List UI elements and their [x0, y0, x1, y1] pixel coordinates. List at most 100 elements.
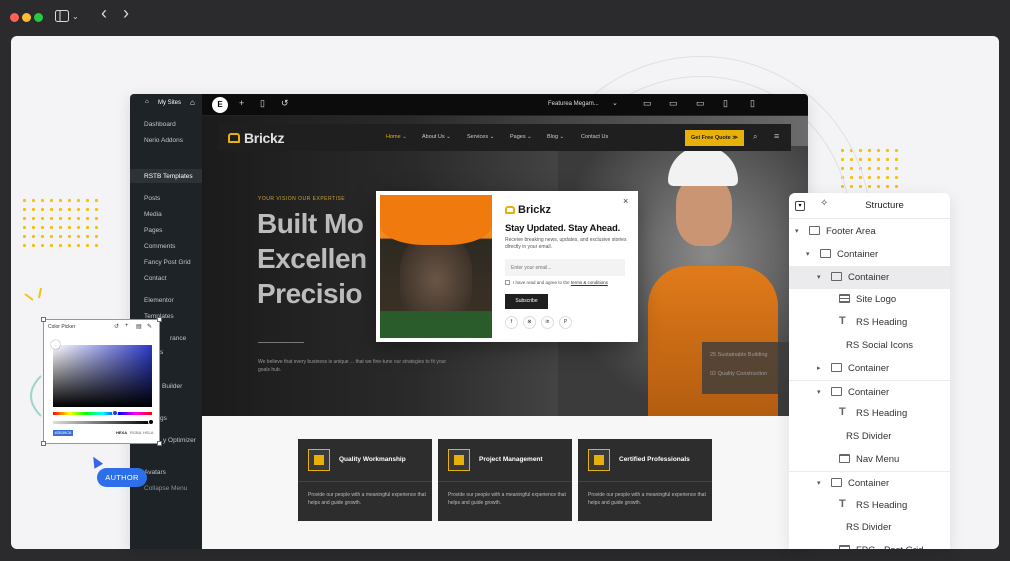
- structure-item[interactable]: RS Divider: [789, 516, 950, 539]
- get-quote-button[interactable]: Get Free Quote ≫: [685, 130, 744, 146]
- tablet-icon[interactable]: ▯: [723, 98, 728, 109]
- alpha-knob[interactable]: [148, 419, 154, 425]
- chevron-down-icon[interactable]: ▾: [806, 250, 810, 258]
- minimize-window-button[interactable]: [22, 13, 31, 22]
- sidebar-item-optimizer[interactable]: y Optimizer: [163, 437, 196, 444]
- nav-home[interactable]: Home ⌄: [386, 134, 407, 140]
- hex-input[interactable]: #2B39C6: [53, 430, 73, 436]
- terms-checkbox[interactable]: [505, 280, 510, 285]
- desktop-icon[interactable]: ▭: [643, 98, 652, 109]
- hue-slider[interactable]: [53, 412, 152, 415]
- add-icon[interactable]: +: [125, 323, 129, 329]
- structure-item[interactable]: T RS Heading: [789, 494, 950, 517]
- sidebar-item-contact[interactable]: Contact: [144, 275, 166, 282]
- structure-item[interactable]: T RS Heading: [789, 311, 950, 334]
- mode-hsla[interactable]: HSLA: [143, 430, 153, 435]
- chevron-right-icon[interactable]: ▸: [817, 364, 821, 372]
- menu-icon[interactable]: ≡: [774, 131, 779, 141]
- forward-icon[interactable]: ›: [123, 4, 129, 22]
- structure-item[interactable]: Nav Menu: [789, 448, 950, 471]
- sidebar-item-fancy-post-grid[interactable]: Fancy Post Grid: [144, 259, 191, 266]
- nav-about[interactable]: About Us ⌄: [422, 134, 451, 140]
- nav-services[interactable]: Services ⌄: [467, 134, 494, 140]
- alpha-slider[interactable]: [53, 421, 152, 424]
- close-window-button[interactable]: [10, 13, 19, 22]
- tablet-landscape-icon[interactable]: ▭: [696, 98, 705, 109]
- chevron-down-icon[interactable]: ▾: [817, 273, 821, 281]
- nav-contact[interactable]: Contact Us: [581, 134, 608, 140]
- feature-card[interactable]: Project Management Provide our people wi…: [438, 439, 572, 521]
- history-icon[interactable]: ↺: [281, 98, 289, 109]
- mode-rgba[interactable]: RGBA: [130, 430, 141, 435]
- close-icon[interactable]: ×: [623, 196, 628, 206]
- mode-hexa[interactable]: HEXA: [116, 430, 127, 435]
- structure-item[interactable]: ▾ Container: [789, 470, 950, 494]
- feature-card[interactable]: Certified Professionals Provide our peop…: [578, 439, 712, 521]
- structure-item[interactable]: RS Social Icons: [789, 334, 950, 357]
- mobile-icon[interactable]: ▯: [750, 98, 755, 109]
- sidebar-item-dashboard[interactable]: Dashboard: [144, 121, 176, 128]
- structure-item[interactable]: FPG - Post Grid: [789, 539, 950, 549]
- facebook-icon[interactable]: f: [505, 316, 518, 329]
- resize-handle[interactable]: [157, 317, 162, 322]
- email-field[interactable]: [505, 259, 625, 276]
- subscribe-button[interactable]: Subscribe: [505, 294, 548, 309]
- saturation-value-area[interactable]: [53, 345, 152, 407]
- sidebar-item-pages[interactable]: Pages: [144, 227, 162, 234]
- chevron-down-icon[interactable]: ⌄: [72, 9, 79, 25]
- sidebar-item-comments[interactable]: Comments: [144, 243, 175, 250]
- sidebar-icon[interactable]: [55, 9, 69, 25]
- search-icon[interactable]: ⌕: [753, 132, 757, 142]
- pinterest-icon[interactable]: P: [559, 316, 572, 329]
- zoom-window-button[interactable]: [34, 13, 43, 22]
- chevron-down-icon[interactable]: ⌄: [612, 99, 618, 107]
- page-select[interactable]: Featurea Megam...: [548, 101, 599, 107]
- page-settings-icon[interactable]: ▯: [260, 98, 265, 109]
- site-brand[interactable]: Brickz: [244, 130, 285, 146]
- sidebar-item-appearance[interactable]: rance: [170, 335, 186, 342]
- structure-item[interactable]: T RS Heading: [789, 402, 950, 425]
- structure-item[interactable]: Site Logo: [789, 288, 950, 311]
- linkedin-icon[interactable]: in: [541, 316, 554, 329]
- structure-item[interactable]: ▾ Container: [789, 379, 950, 403]
- structure-item[interactable]: ▾ Container: [789, 265, 950, 289]
- collapse-menu-button[interactable]: Collapse Menu: [144, 485, 187, 492]
- structure-item[interactable]: RS Divider: [789, 425, 950, 448]
- sv-knob[interactable]: [51, 340, 60, 349]
- eyedropper-icon[interactable]: ✎: [147, 323, 152, 330]
- nav-pages[interactable]: Pages ⌄: [510, 134, 532, 140]
- chevron-down-icon[interactable]: ▾: [817, 479, 821, 487]
- home-icon[interactable]: ⌂: [190, 98, 195, 107]
- chevron-down-icon[interactable]: ▾: [795, 227, 799, 235]
- structure-item[interactable]: ▾ Footer Area: [789, 220, 950, 243]
- chevron-down-icon[interactable]: ▾: [817, 388, 821, 396]
- back-icon[interactable]: ‹: [101, 4, 107, 22]
- sidebar-item-plugins[interactable]: s: [160, 349, 163, 356]
- workmanship-icon: [308, 449, 330, 471]
- laptop-icon[interactable]: ▭: [669, 98, 678, 109]
- resize-handle[interactable]: [41, 441, 46, 446]
- sidebar-item-builder[interactable]: Builder: [162, 383, 182, 390]
- sidebar-item-posts[interactable]: Posts: [144, 195, 160, 202]
- structure-item[interactable]: ▸ Container: [789, 357, 950, 380]
- elementor-logo-icon[interactable]: E: [212, 97, 228, 113]
- hue-knob[interactable]: [112, 410, 118, 416]
- reset-icon[interactable]: ↺: [114, 323, 119, 330]
- sidebar-item-settings[interactable]: gs: [160, 415, 167, 422]
- sidebar-item-rstb-templates[interactable]: RSTB Templates: [144, 173, 193, 180]
- resize-handle[interactable]: [157, 441, 162, 446]
- sidebar-item-nerio-addons[interactable]: Nerio Addons: [144, 137, 183, 144]
- sidebar-item-avatars[interactable]: Avatars: [144, 469, 166, 476]
- my-sites-link[interactable]: My Sites: [158, 100, 181, 106]
- nav-blog[interactable]: Blog ⌄: [547, 134, 564, 140]
- sidebar-item-elementor[interactable]: Elementor: [144, 297, 174, 304]
- feature-card[interactable]: Quality Workmanship Provide our people w…: [298, 439, 432, 521]
- structure-item[interactable]: ▾ Container: [789, 243, 950, 266]
- x-icon[interactable]: ⊗: [523, 316, 536, 329]
- wordpress-icon[interactable]: ⌂: [145, 99, 149, 105]
- trash-icon[interactable]: ▤: [136, 323, 142, 330]
- terms-link[interactable]: terms & conditions: [571, 280, 608, 285]
- add-element-icon[interactable]: +: [239, 98, 244, 108]
- sidebar-item-media[interactable]: Media: [144, 211, 162, 218]
- resize-handle[interactable]: [41, 317, 46, 322]
